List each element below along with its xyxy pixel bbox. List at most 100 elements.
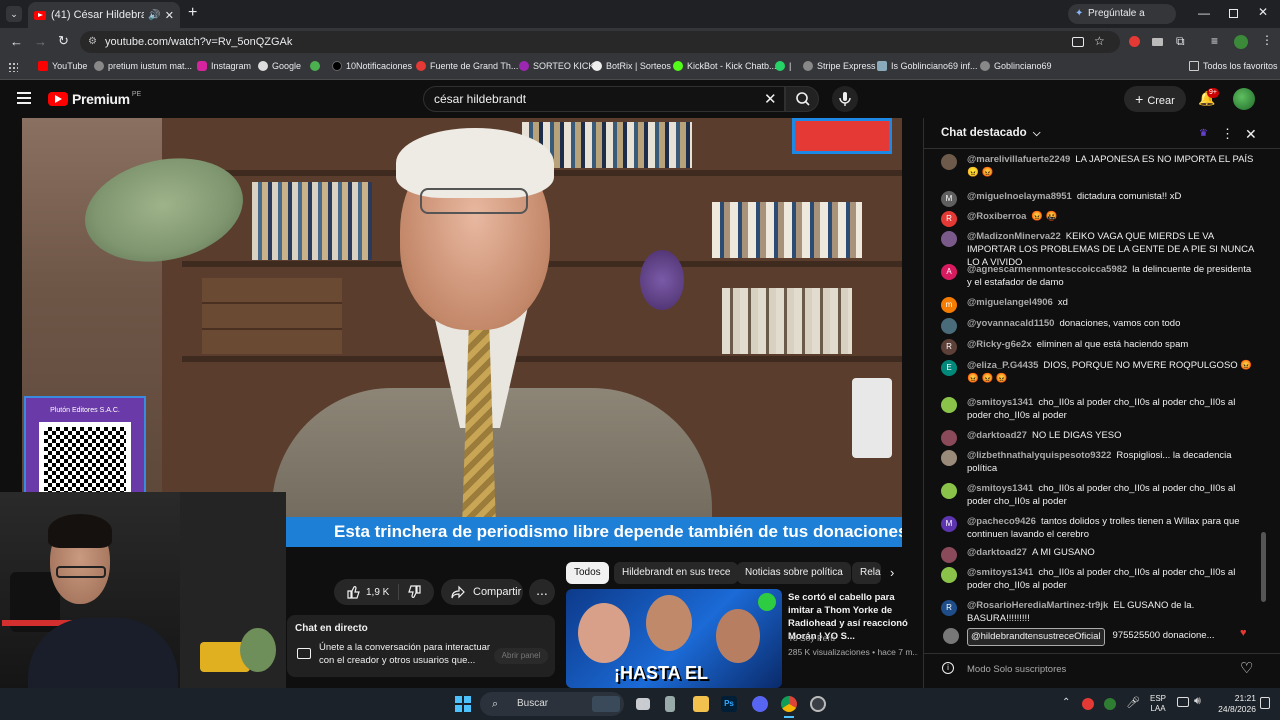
network-icon[interactable] (1177, 697, 1189, 707)
bookmark-pretium[interactable]: pretium iustum mat... (94, 61, 192, 71)
bookmark-google[interactable]: Google (258, 61, 301, 71)
chat-author[interactable]: @marelivillafuerte2249 (967, 154, 1070, 165)
app-red-icon[interactable] (810, 696, 826, 712)
chat-avatar[interactable] (941, 430, 957, 446)
profile-avatar[interactable] (1234, 35, 1248, 49)
task-view-icon[interactable] (636, 698, 650, 710)
bookmark-whatsapp[interactable]: | (775, 61, 791, 71)
chat-avatar[interactable]: R (941, 211, 957, 227)
chat-author[interactable]: @pacheco9426 (967, 516, 1036, 527)
apps-grid-icon[interactable] (8, 62, 18, 72)
chat-avatar[interactable]: m (941, 297, 957, 313)
tab-search-button[interactable]: ⌄ (6, 6, 22, 22)
close-chat-icon[interactable]: ✕ (1245, 126, 1257, 143)
search-input[interactable]: césar hildebrandt (423, 86, 785, 112)
bookmark-stripe[interactable]: Stripe Express (803, 61, 876, 71)
chat-author[interactable]: @agnescarmenmontesccoicca5982 (967, 264, 1127, 275)
windows-start-icon[interactable] (455, 696, 471, 712)
more-actions-button[interactable]: ... (529, 579, 555, 605)
chat-avatar[interactable] (941, 154, 957, 170)
close-window-icon[interactable]: ✕ (1258, 5, 1268, 19)
phone-icon[interactable] (665, 696, 675, 712)
chat-author[interactable]: @Ricky-g6e2x (967, 339, 1032, 350)
minimize-window-icon[interactable]: — (1198, 6, 1210, 20)
chat-avatar[interactable]: M (941, 191, 957, 207)
share-button[interactable]: Compartir (441, 579, 523, 605)
voice-search-button[interactable] (832, 86, 858, 112)
tray-app-icon[interactable] (1082, 698, 1094, 710)
chat-author[interactable]: @miguelangel4906 (967, 297, 1053, 308)
chat-author[interactable]: @darktoad27 (967, 547, 1027, 558)
search-button[interactable] (785, 86, 819, 112)
clock[interactable]: 21:21 24/8/2026 (1214, 693, 1256, 715)
chrome-icon[interactable] (781, 696, 797, 712)
back-arrow-icon[interactable]: ← (10, 34, 23, 49)
chat-avatar[interactable]: R (941, 600, 957, 616)
extension-card-icon[interactable] (1152, 38, 1163, 46)
chat-scrollbar[interactable] (1261, 152, 1266, 612)
bookmark-sorteo-kick[interactable]: SORTEO KICK (519, 61, 594, 71)
chat-author[interactable]: @RosarioHerediaMartinez-tr9jk (967, 600, 1108, 611)
pinned-message[interactable]: @hildebrandtensustreceOficial 975525500 … (967, 628, 1267, 646)
speaker-icon[interactable]: 🔊 (148, 10, 160, 21)
chat-avatar[interactable]: M (941, 516, 957, 532)
new-tab-button[interactable]: + (188, 4, 197, 22)
notification-center-icon[interactable] (1260, 697, 1270, 709)
reload-icon[interactable]: ↻ (58, 33, 69, 49)
chip-hildebrandt[interactable]: Hildebrandt en sus trece (614, 562, 739, 584)
address-bar[interactable]: ⚙ youtube.com/watch?v=Rv_5onQZGAk (80, 31, 1120, 53)
bookmark-10notificaciones[interactable]: 10Notificaciones (332, 61, 412, 71)
file-explorer-icon[interactable] (693, 696, 709, 712)
chat-avatar[interactable] (941, 450, 957, 466)
video-player[interactable]: Plutón Editores S.A.C. (22, 118, 902, 546)
browser-tab-active[interactable]: (41) César Hildebrandt en 🔊 ✕ (28, 2, 180, 28)
bookmark-botrix[interactable]: BotRix | Sorteos (592, 61, 671, 71)
open-panel-button[interactable]: Abrir panel (494, 648, 548, 664)
chat-author[interactable]: @Roxiberroa (967, 211, 1026, 222)
chat-author[interactable]: @smitoys1341 (967, 483, 1033, 494)
chat-menu-icon[interactable]: ⋮ (1221, 126, 1234, 142)
extension-red-icon[interactable] (1129, 36, 1140, 47)
language-indicator[interactable]: ESP LAA (1150, 694, 1166, 714)
gemini-button[interactable]: ✦ Pregúntale a Gemini (1068, 4, 1176, 39)
chat-author[interactable]: @lizbethnathalyquispesoto9322 (967, 450, 1111, 461)
chat-author[interactable]: @yovannacald1150 (967, 318, 1054, 329)
chat-avatar[interactable] (941, 547, 957, 563)
account-avatar[interactable] (1233, 88, 1255, 110)
discord-icon[interactable] (752, 696, 768, 712)
chat-avatar[interactable]: R (941, 339, 957, 355)
bookmark-kickbot[interactable]: KickBot - Kick Chatb... (673, 61, 777, 71)
bookmark-youtube[interactable]: YouTube (38, 61, 87, 71)
chat-avatar[interactable]: E (941, 360, 957, 376)
tray-mic-icon[interactable]: 🎤︎ (1126, 696, 1140, 709)
recommended-video[interactable]: ¡HASTA EL Se cortó el cabello para imita… (566, 589, 918, 689)
youtube-premium-logo[interactable]: Premium PE (48, 91, 141, 107)
forward-arrow-icon[interactable]: → (34, 34, 47, 49)
tray-chevron-icon[interactable]: ⌃ (1062, 697, 1070, 708)
hamburger-menu-icon[interactable] (17, 92, 31, 104)
bookmark-grand-theft[interactable]: Fuente de Grand Th... (416, 61, 518, 71)
dislike-button[interactable] (408, 585, 422, 599)
bookmark-instagram[interactable]: Instagram (197, 61, 251, 71)
taskbar-search[interactable]: ⌕ Buscar (480, 692, 624, 716)
chat-avatar[interactable] (941, 231, 957, 247)
chat-author[interactable]: @eliza_P.G4435 (967, 360, 1038, 371)
chip-politica[interactable]: Noticias sobre política (737, 562, 851, 584)
tray-green-icon[interactable] (1104, 698, 1116, 710)
tab-close-icon[interactable]: ✕ (165, 9, 174, 22)
chat-author[interactable]: @smitoys1341 (967, 397, 1033, 408)
chat-author[interactable]: @smitoys1341 (967, 567, 1033, 578)
scrollbar-thumb[interactable] (1261, 532, 1266, 602)
chips-next-chevron-icon[interactable]: › (890, 565, 894, 580)
clear-search-icon[interactable]: ✕ (764, 90, 777, 108)
chat-avatar[interactable] (941, 318, 957, 334)
chat-header[interactable]: Chat destacado ⌵ (941, 127, 1040, 139)
chat-author[interactable]: @MadizonMinerva22 (967, 231, 1061, 242)
bookmark-pinwheel[interactable] (310, 61, 324, 71)
create-button[interactable]: + Crear (1124, 86, 1186, 112)
extensions-puzzle-icon[interactable]: ⧉ (1176, 34, 1185, 49)
recommended-thumbnail[interactable]: ¡HASTA EL (566, 589, 782, 688)
recommended-channel[interactable]: Yo Soy Perú (788, 633, 835, 643)
crown-icon[interactable]: ♛ (1199, 128, 1208, 139)
chat-author[interactable]: @darktoad27 (967, 430, 1027, 441)
